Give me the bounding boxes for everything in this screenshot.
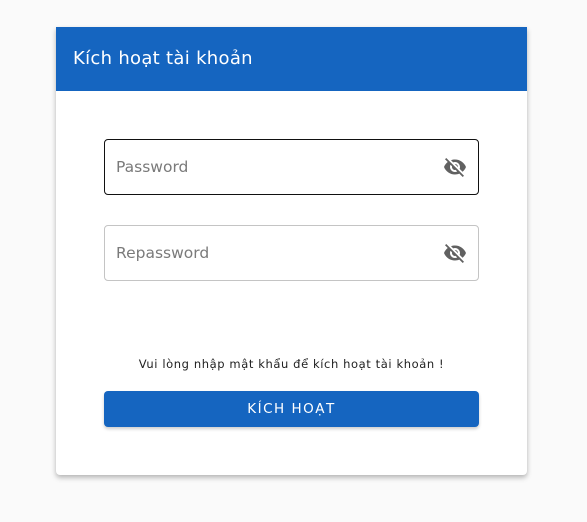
eye-off-icon[interactable] [442, 240, 468, 266]
password-input[interactable] [105, 140, 425, 194]
repassword-input[interactable] [105, 226, 425, 280]
activate-button[interactable]: KÍCH HOẠT [104, 391, 479, 427]
activation-card: Kích hoạt tài khoản Vui lòng nhập mật kh… [56, 27, 527, 475]
password-field[interactable] [104, 139, 479, 195]
activation-hint: Vui lòng nhập mật khẩu để kích hoạt tài … [138, 357, 445, 371]
repassword-field[interactable] [104, 225, 479, 281]
eye-off-icon[interactable] [442, 154, 468, 180]
card-title: Kích hoạt tài khoản [56, 27, 527, 91]
